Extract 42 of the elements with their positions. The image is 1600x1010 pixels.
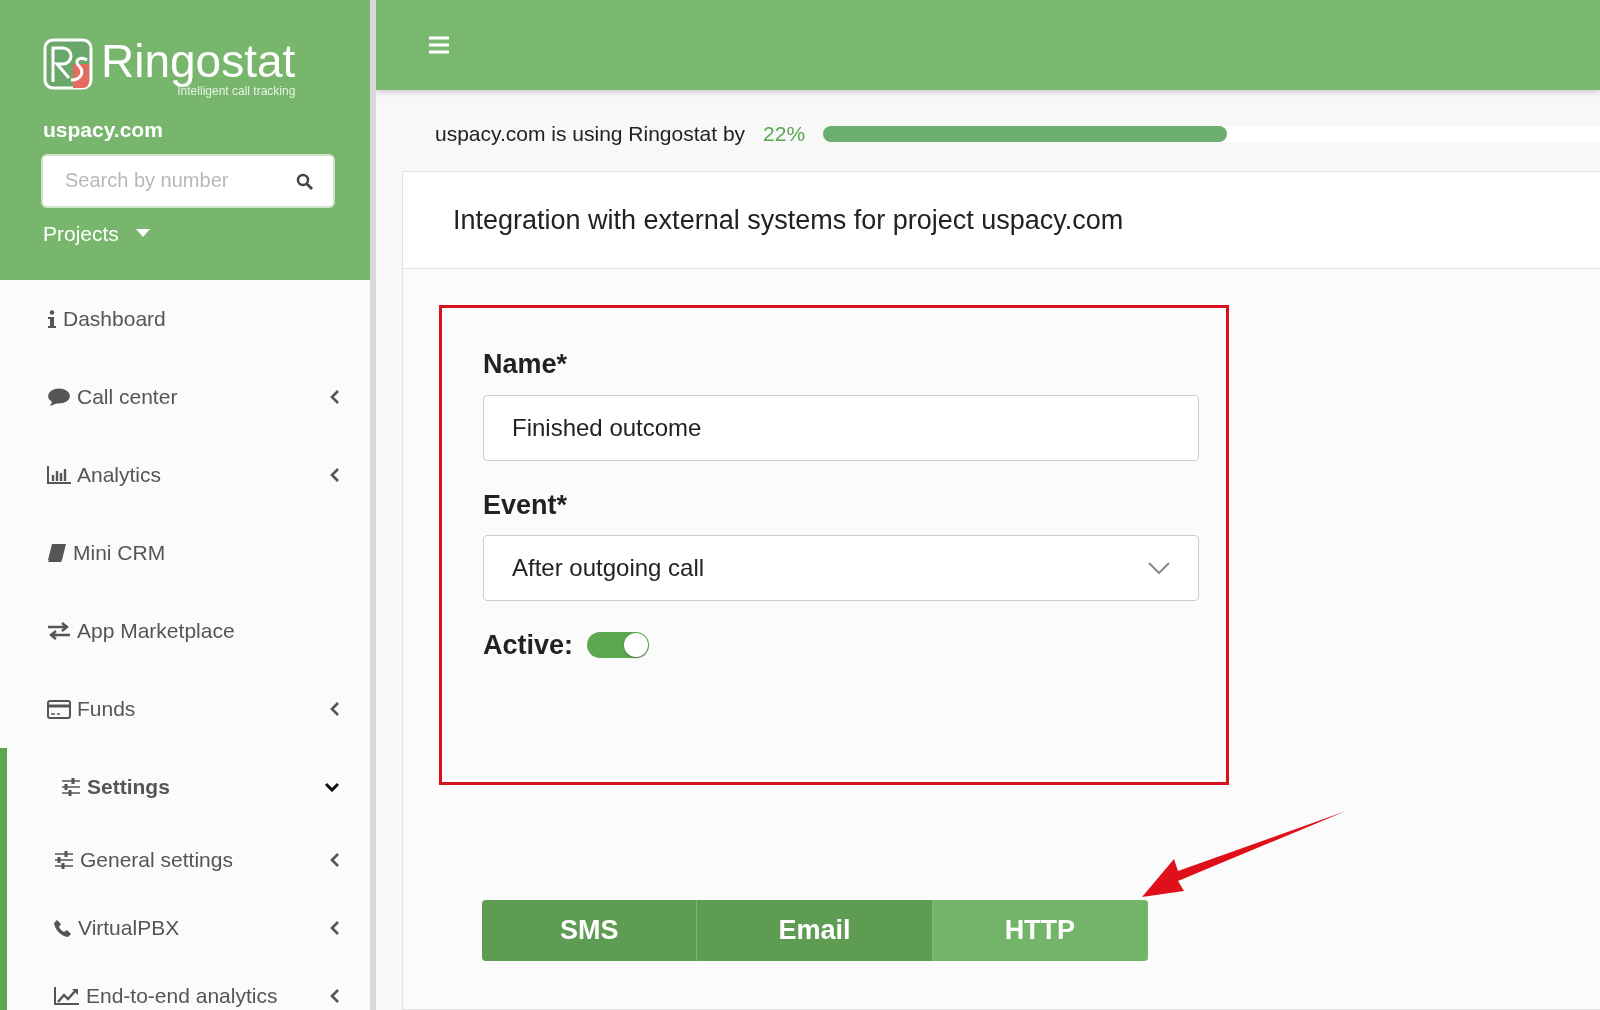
sidebar-item[interactable]: General settings: [7, 826, 370, 894]
bar-chart-icon: [47, 466, 71, 484]
name-field[interactable]: Finished outcome: [483, 394, 1199, 461]
field-label: Active:: [483, 629, 574, 662]
trend-chart-icon: [54, 987, 80, 1005]
sidebar-item[interactable]: Mini CRM: [0, 514, 370, 592]
info-icon: [47, 310, 57, 328]
chevron-left-icon: [330, 389, 340, 405]
search-field[interactable]: Search by number: [43, 155, 333, 206]
project-name: uspacy.com: [43, 117, 164, 143]
menu-icon[interactable]: [428, 36, 450, 55]
active-toggle[interactable]: [587, 632, 650, 659]
sidebar-item[interactable]: Analytics: [0, 436, 370, 514]
chevron-left-icon: [330, 852, 340, 868]
caret-icon: [134, 228, 151, 239]
chevron-down-icon: [324, 782, 340, 792]
sidebar-item[interactable]: Funds: [0, 670, 370, 748]
usage-text: uspacy.com is using Ringostat by: [435, 121, 746, 148]
logo-icon: [43, 38, 93, 90]
chevron-left-icon: [330, 920, 340, 936]
sidebar-item[interactable]: Dashboard: [0, 280, 370, 358]
chevron-down-icon: [1148, 562, 1170, 574]
sidebar-item[interactable]: End-to-end analytics: [7, 962, 370, 1010]
sidebar-item[interactable]: Call center: [0, 358, 370, 436]
sidebar-item[interactable]: VirtualPBX: [7, 894, 370, 962]
chevron-left-icon: [330, 988, 340, 1004]
usage-percent: 22%: [763, 121, 806, 148]
event-select[interactable]: After outgoing call: [483, 535, 1199, 601]
search-icon: [296, 172, 313, 190]
arrows-icon: [47, 622, 71, 640]
sidebar-item[interactable]: App Marketplace: [0, 592, 370, 670]
phone-icon: [54, 919, 72, 937]
book-icon: [47, 543, 67, 563]
credit-card-icon: [47, 699, 71, 719]
sidebar-item[interactable]: Settings: [0, 748, 370, 826]
field-label: Name*: [483, 348, 569, 381]
speech-bubble-icon: [47, 387, 71, 407]
field-label: Event*: [483, 488, 569, 522]
chevron-left-icon: [330, 701, 340, 717]
sliders-icon: [54, 851, 74, 869]
chevron-left-icon: [330, 467, 340, 483]
sliders-icon: [61, 778, 81, 796]
